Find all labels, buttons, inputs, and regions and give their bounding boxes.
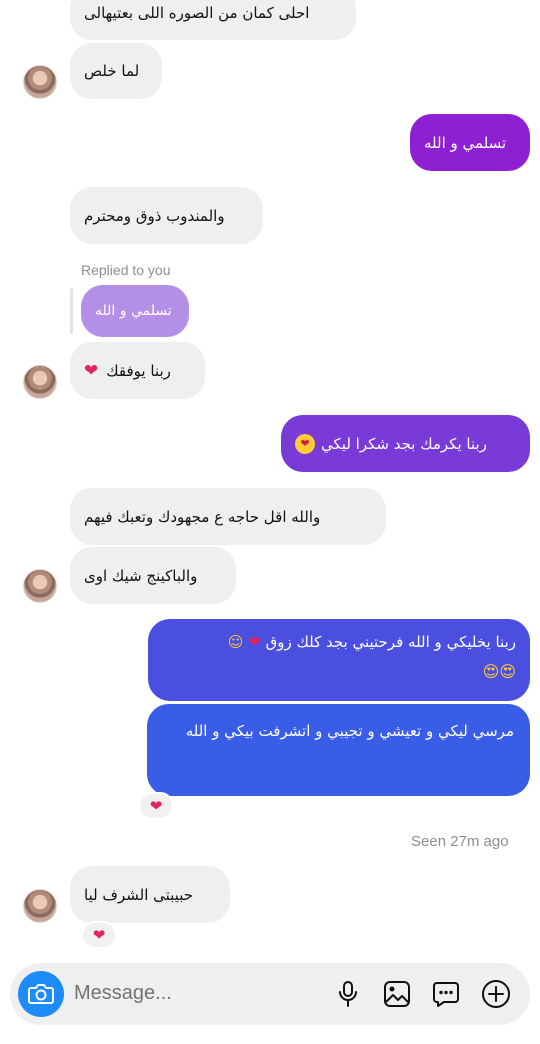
message-text: مرسي ليكي و تعيشي و تجيبي و اتشرفت بيكي … <box>185 722 514 740</box>
message-outgoing[interactable]: ربنا يكرمك بجد شكرا ليكي ❤ <box>281 415 530 472</box>
message-text: تسلمي و الله <box>424 133 507 152</box>
kissing-face-icon: ❤ <box>295 433 315 454</box>
microphone-button[interactable] <box>333 979 363 1009</box>
camera-icon <box>28 984 54 1004</box>
seen-status: Seen 27m ago <box>411 833 509 850</box>
message-text: والله اقل حاجه ع مجهودك وتعبك فيهم <box>84 507 321 526</box>
heart-icon: ❤ <box>84 360 99 381</box>
message-text: ربنا يوفقك <box>106 361 171 380</box>
avatar[interactable] <box>23 889 57 923</box>
reaction-badge[interactable]: ❤ <box>81 921 117 949</box>
heart-icon: ❤ <box>248 633 261 651</box>
replied-label: Replied to you <box>81 262 171 278</box>
message-incoming[interactable]: والباكينج شيك اوى <box>70 547 236 604</box>
message-outgoing[interactable]: ربنا يخليكي و الله فرحتيني بجد كلك زوق ❤… <box>148 619 530 701</box>
message-text: ربنا يخليكي و الله فرحتيني بجد كلك زوق <box>265 633 516 651</box>
reply-quote[interactable]: تسلمي و الله <box>81 285 189 337</box>
message-incoming[interactable]: ربنا يوفقك ❤ <box>70 342 205 399</box>
message-incoming[interactable]: حبيبتى الشرف ليا <box>70 866 230 923</box>
reply-divider <box>70 288 73 334</box>
heart-icon: ❤ <box>92 926 106 944</box>
message-text: ربنا يكرمك بجد شكرا ليكي <box>321 434 487 453</box>
message-text: والباكينج شيك اوى <box>84 566 198 585</box>
gallery-button[interactable] <box>382 979 412 1009</box>
sticker-button[interactable] <box>431 979 461 1009</box>
message-incoming[interactable]: والمندوب ذوق ومحترم <box>70 187 263 244</box>
microphone-icon <box>339 981 357 1007</box>
heart-icon: ❤ <box>149 797 163 815</box>
heart-eyes-icon: 😍😍 <box>482 662 516 681</box>
message-text: والمندوب ذوق ومحترم <box>84 206 225 225</box>
smiling-hearts-icon: ☺ <box>227 633 244 651</box>
message-outgoing[interactable]: مرسي ليكي و تعيشي و تجيبي و اتشرفت بيكي … <box>147 704 530 796</box>
image-icon <box>384 981 410 1007</box>
message-text: لما خلص <box>84 62 140 80</box>
message-outgoing[interactable]: تسلمي و الله <box>410 114 530 171</box>
avatar[interactable] <box>23 365 57 399</box>
message-composer[interactable]: Message... <box>10 963 530 1025</box>
camera-button[interactable] <box>18 971 64 1017</box>
reply-quote-text: تسلمي و الله <box>95 303 172 319</box>
add-icon <box>482 980 510 1008</box>
reaction-badge[interactable]: ❤ <box>138 792 174 820</box>
avatar[interactable] <box>23 569 57 603</box>
avatar[interactable] <box>23 65 57 99</box>
sticker-icon <box>433 982 459 1007</box>
message-incoming[interactable]: والله اقل حاجه ع مجهودك وتعبك فيهم <box>70 488 386 545</box>
message-input[interactable]: Message... <box>74 982 172 1005</box>
add-button[interactable] <box>481 979 511 1009</box>
message-text: حبيبتى الشرف ليا <box>84 885 194 904</box>
message-incoming[interactable]: لما خلص <box>70 43 162 99</box>
message-text: احلى كمان من الصوره اللى بعتيهالى <box>84 4 310 22</box>
message-incoming[interactable]: احلى كمان من الصوره اللى بعتيهالى <box>70 0 356 40</box>
